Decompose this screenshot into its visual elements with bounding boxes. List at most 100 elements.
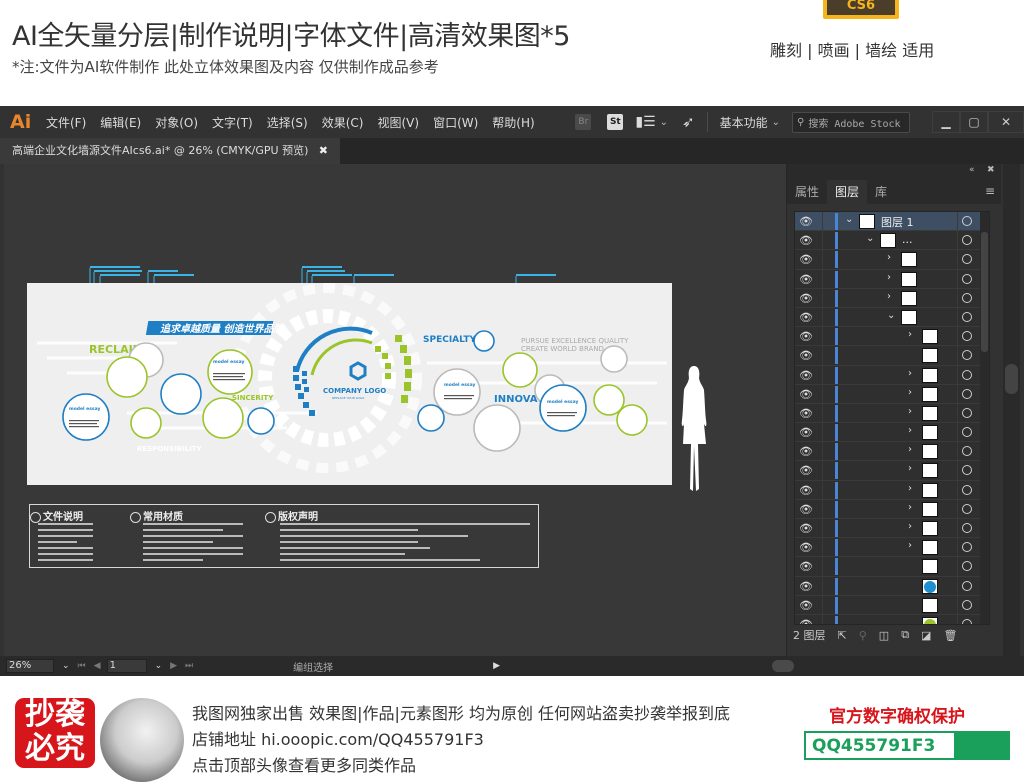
visibility-eye-icon[interactable]: 👁︎ xyxy=(799,599,813,612)
visibility-eye-icon[interactable]: 👁︎ xyxy=(799,407,813,420)
layer-target-icon[interactable] xyxy=(962,465,972,476)
chevron-right-icon[interactable]: › xyxy=(908,502,912,513)
layer-row[interactable]: 👁︎ xyxy=(795,557,989,577)
prev-artboard-icon[interactable]: ◀ xyxy=(94,661,101,671)
last-artboard-icon[interactable]: ⏭ xyxy=(185,661,193,671)
next-artboard-icon[interactable]: ▶ xyxy=(170,661,177,671)
arrange-documents-icon[interactable]: ▮☰ xyxy=(635,114,655,130)
layer-target-icon[interactable] xyxy=(962,523,972,533)
visibility-eye-icon[interactable]: 👁︎ xyxy=(799,560,813,573)
workspace-chevron-icon[interactable]: ⌄ xyxy=(772,117,780,128)
chevron-right-icon[interactable]: › xyxy=(887,272,891,283)
layer-row[interactable]: 👁︎ › xyxy=(795,250,989,270)
new-sublayer-icon[interactable]: ⧉ xyxy=(901,628,909,642)
layer-list[interactable]: 👁︎ ⌄ 图层 1 👁︎ ⌄... 👁︎ › 👁︎ › 👁︎ › 👁︎ ⌄ 👁︎ › 👁︎ 👁︎ › 👁︎ › 👁︎ › 👁… xyxy=(794,211,990,625)
visibility-eye-icon[interactable]: 👁︎ xyxy=(799,369,813,382)
chevron-right-icon[interactable]: › xyxy=(908,444,912,455)
visibility-eye-icon[interactable]: 👁︎ xyxy=(799,464,813,477)
layer-list-scrollbar[interactable] xyxy=(980,212,989,624)
layer-target-icon[interactable] xyxy=(962,561,972,572)
new-layer-icon[interactable]: ◪ xyxy=(921,629,931,642)
tab-libraries[interactable]: 库 xyxy=(867,180,895,204)
visibility-eye-icon[interactable]: 👁︎ xyxy=(799,541,813,554)
export-icon[interactable]: ⇱ xyxy=(838,629,847,642)
close-panel-icon[interactable]: ✖ xyxy=(987,165,995,175)
layer-name[interactable]: ... xyxy=(902,233,913,246)
layer-name[interactable]: 图层 1 xyxy=(881,214,914,230)
layer-row[interactable]: 👁︎ xyxy=(795,346,989,366)
chevron-right-icon[interactable]: › xyxy=(908,329,912,340)
chevron-right-icon[interactable]: › xyxy=(908,540,912,551)
zoom-dropdown-icon[interactable]: ⌄ xyxy=(62,661,70,671)
chevron-down-icon[interactable]: ⌄ xyxy=(866,233,874,244)
layer-target-icon[interactable] xyxy=(962,273,972,284)
layer-row[interactable]: 👁︎ › xyxy=(795,288,989,308)
locate-object-icon[interactable]: ⚲ xyxy=(859,629,867,642)
layer-row[interactable]: 👁︎ xyxy=(795,595,989,615)
author-avatar[interactable] xyxy=(100,698,184,782)
chevron-right-icon[interactable]: › xyxy=(908,368,912,379)
layer-row[interactable]: 👁︎ › xyxy=(795,384,989,404)
layer-target-icon[interactable] xyxy=(962,369,972,380)
menu-effect[interactable]: 效果(C) xyxy=(322,114,364,131)
canvas-vertical-scrollbar[interactable] xyxy=(1003,164,1020,656)
canvas[interactable]: 追求卓越质量 创造世界品牌 RECLAIM SINCERITY RESPONSI… xyxy=(4,164,786,656)
layer-target-icon[interactable] xyxy=(962,427,972,438)
workspace-switcher[interactable]: 基本功能 xyxy=(720,114,768,131)
layer-row[interactable]: 👁︎ › xyxy=(795,461,989,481)
chevron-right-icon[interactable]: › xyxy=(887,252,891,263)
artboard-number[interactable]: 1 xyxy=(106,659,147,673)
menu-object[interactable]: 对象(O) xyxy=(155,114,198,131)
visibility-eye-icon[interactable]: 👁︎ xyxy=(799,349,813,362)
chevron-right-icon[interactable]: › xyxy=(908,425,912,436)
layer-target-icon[interactable] xyxy=(962,542,972,553)
visibility-eye-icon[interactable]: 👁︎ xyxy=(799,445,813,458)
layer-target-icon[interactable] xyxy=(962,235,972,246)
menu-type[interactable]: 文字(T) xyxy=(212,114,253,131)
layer-row[interactable]: 👁︎ xyxy=(795,576,989,596)
layer-row[interactable]: 👁︎ xyxy=(795,614,989,624)
tab-layers[interactable]: 图层 xyxy=(827,180,868,204)
minimize-button[interactable]: ▁ xyxy=(932,111,960,133)
menu-view[interactable]: 视图(V) xyxy=(377,114,419,131)
layer-row[interactable]: 👁︎ ⌄ xyxy=(795,307,989,328)
visibility-eye-icon[interactable]: 👁︎ xyxy=(799,522,813,535)
layer-row[interactable]: 👁︎ › xyxy=(795,538,989,558)
menu-help[interactable]: 帮助(H) xyxy=(492,114,534,131)
artboard[interactable]: 追求卓越质量 创造世界品牌 RECLAIM SINCERITY RESPONSI… xyxy=(27,283,672,485)
layer-row[interactable]: 👁︎ › xyxy=(795,403,989,424)
store-address[interactable]: 店铺地址 hi.ooopic.com/QQ455791F3 xyxy=(192,726,484,750)
canvas-horizontal-scrollbar[interactable] xyxy=(770,658,1000,674)
visibility-eye-icon[interactable]: 👁︎ xyxy=(799,484,813,497)
visibility-eye-icon[interactable]: 👁︎ xyxy=(799,311,813,324)
menu-window[interactable]: 窗口(W) xyxy=(433,114,478,131)
layer-target-icon[interactable] xyxy=(962,580,972,591)
menu-edit[interactable]: 编辑(E) xyxy=(100,114,141,131)
layer-target-icon[interactable] xyxy=(962,292,972,303)
layer-row[interactable]: 👁︎ › xyxy=(795,499,989,519)
layer-target-icon[interactable] xyxy=(962,331,972,342)
layer-row[interactable]: 👁︎ ⌄... xyxy=(795,231,989,251)
visibility-eye-icon[interactable]: 👁︎ xyxy=(799,234,813,247)
chevron-right-icon[interactable]: › xyxy=(887,291,891,302)
visibility-eye-icon[interactable]: 👁︎ xyxy=(799,580,813,593)
maximize-button[interactable]: ▢ xyxy=(960,111,988,133)
collapse-panel-icon[interactable]: « xyxy=(969,165,975,175)
layer-row[interactable]: 👁︎ › xyxy=(795,365,989,385)
document-tab[interactable]: 高端企业文化墙源文件AIcs6.ai* @ 26% (CMYK/GPU 预览) … xyxy=(0,138,340,164)
layer-target-icon[interactable] xyxy=(962,216,972,226)
tab-properties[interactable]: 属性 xyxy=(787,180,827,204)
visibility-eye-icon[interactable]: 👁︎ xyxy=(799,426,813,439)
visibility-eye-icon[interactable]: 👁︎ xyxy=(799,273,813,286)
menu-select[interactable]: 选择(S) xyxy=(267,114,308,131)
first-artboard-icon[interactable]: ⏮ xyxy=(78,661,86,671)
status-menu-icon[interactable]: ▶ xyxy=(493,661,500,671)
qq-search-box[interactable]: QQ455791F3 🔍︎ xyxy=(804,731,1010,760)
clipping-mask-icon[interactable]: ◫ xyxy=(879,629,889,642)
search-button[interactable]: 🔍︎ xyxy=(954,733,1008,758)
gpu-performance-icon[interactable]: ➶ xyxy=(682,113,695,131)
chevron-down-icon[interactable]: ⌄ xyxy=(887,310,895,321)
menu-file[interactable]: 文件(F) xyxy=(46,114,86,131)
layer-target-icon[interactable] xyxy=(962,254,972,265)
chevron-down-icon[interactable]: ⌄ xyxy=(660,117,668,128)
